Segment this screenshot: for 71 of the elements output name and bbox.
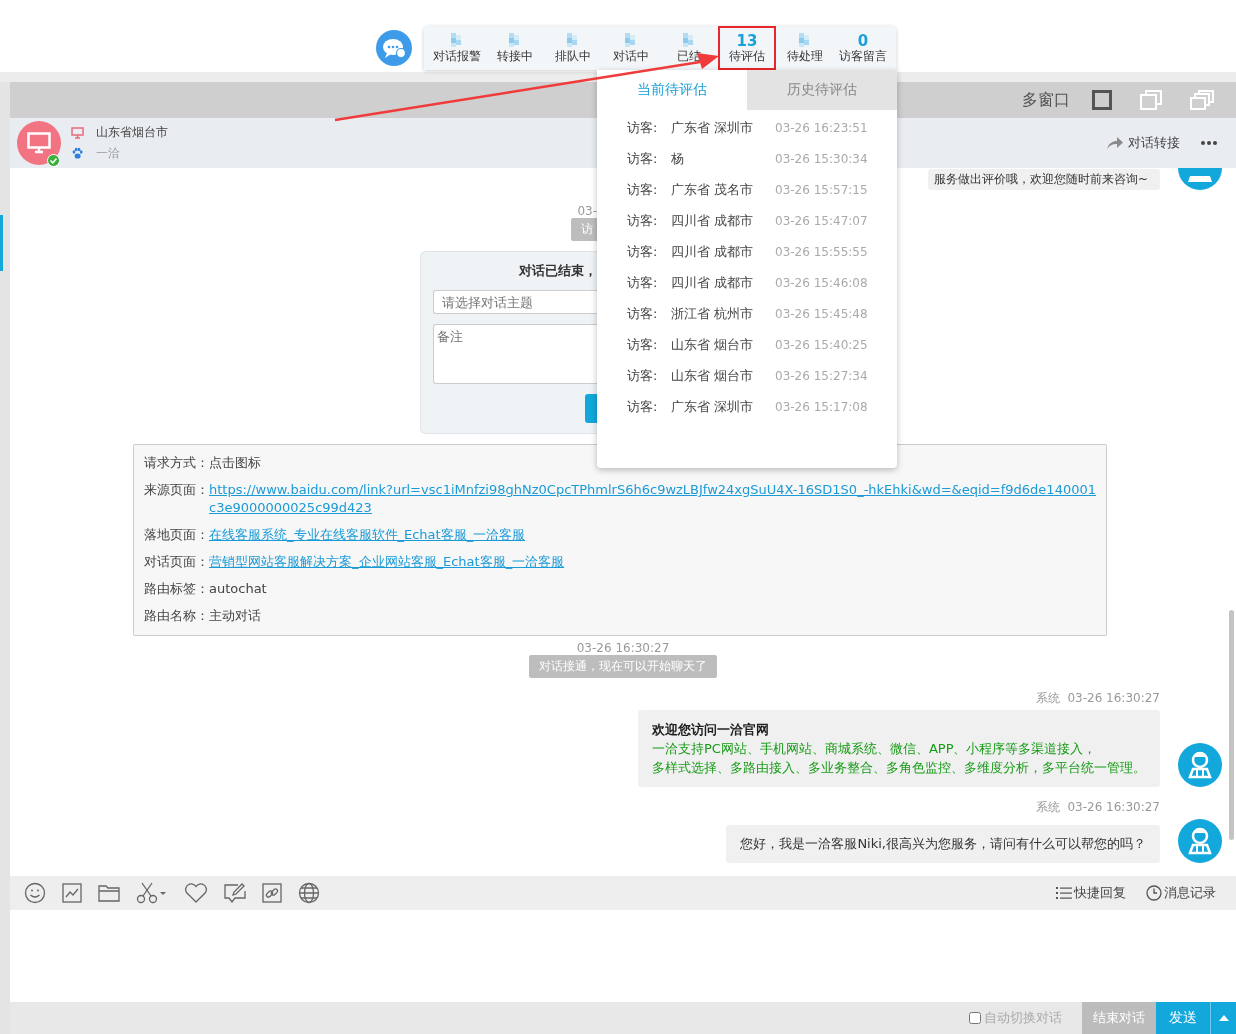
paw-icon — [71, 147, 84, 160]
timestamp: 03- — [577, 204, 597, 218]
message-text: 您好，我是一洽客服Niki,很高兴为您服务，请问有什么可以帮您的吗？ — [740, 835, 1146, 853]
image-icon[interactable] — [62, 883, 82, 903]
scrollbar[interactable] — [1229, 610, 1234, 840]
status-tab[interactable]: 转接中 — [486, 26, 544, 70]
scissors-icon[interactable] — [136, 882, 168, 904]
info-label: 路由标签： — [144, 580, 209, 598]
visitor-row[interactable]: 访客: 杨 03-26 15:30:34 — [627, 143, 897, 174]
visitor-source: 一洽 — [96, 145, 120, 162]
visitor-row[interactable]: 访客: 广东省 茂名市 03-26 15:57:15 — [627, 174, 897, 205]
message-title: 欢迎您访问一洽官网 — [652, 721, 770, 739]
edit-icon[interactable] — [224, 883, 246, 903]
info-label: 请求方式： — [144, 454, 209, 472]
transfer-button[interactable]: 对话转接 — [1128, 134, 1180, 152]
globe-icon[interactable] — [298, 882, 320, 904]
timestamp: 03-26 16:30:27 — [576, 641, 670, 655]
info-value: 点击图标 — [209, 454, 261, 472]
info-value: 主动对话 — [209, 607, 261, 625]
link-icon[interactable] — [262, 883, 282, 903]
info-value: autochat — [209, 580, 267, 598]
auto-switch-checkbox[interactable] — [969, 1012, 981, 1024]
visitor-row[interactable]: 访客: 山东省 烟台市 03-26 15:40:25 — [627, 329, 897, 360]
monitor-icon — [71, 126, 84, 139]
info-label: 路由名称： — [144, 607, 209, 625]
message-line: 一洽支持PC网站、手机网站、商城系统、微信、APP、小程序等多渠道接入， — [652, 740, 1098, 758]
multi-window-label: 多窗口 — [1022, 89, 1070, 111]
share-arrow-icon — [1106, 136, 1124, 150]
toolbar-action[interactable]: 快捷回复 — [1056, 884, 1126, 902]
caret-up-icon[interactable] — [1218, 1015, 1229, 1021]
status-tab[interactable]: 待处理 — [776, 26, 834, 70]
visitor-row[interactable]: 访客: 浙江省 杭州市 03-26 15:45:48 — [627, 298, 897, 329]
status-tab[interactable]: 排队中 — [544, 26, 602, 70]
topic-select[interactable]: 请选择对话主题 — [433, 290, 597, 314]
visitor-row[interactable]: 访客: 山东省 烟台市 03-26 15:27:34 — [627, 360, 897, 391]
heart-icon[interactable] — [184, 883, 208, 903]
system-notice: 访 — [571, 218, 597, 241]
list-icon[interactable] — [1056, 886, 1072, 900]
sender-time: 系统 03-26 16:30:27 — [1034, 690, 1161, 707]
visitor-row[interactable]: 访客: 四川省 成都市 03-26 15:46:08 — [627, 267, 897, 298]
visitor-avatar — [17, 121, 61, 165]
visitor-row[interactable]: 访客: 广东省 深圳市 03-26 16:23:51 — [627, 112, 897, 143]
agent-avatar — [1178, 743, 1222, 787]
send-options-button[interactable] — [1210, 1002, 1236, 1034]
info-label: 落地页面： — [144, 526, 209, 544]
visitor-row[interactable]: 访客: 四川省 成都市 03-26 15:55:55 — [627, 236, 897, 267]
checkbox-label: 自动切换对话 — [984, 1009, 1062, 1027]
visitor-location: 山东省烟台市 — [96, 124, 168, 141]
status-tab[interactable]: 对话报警 — [428, 26, 486, 70]
system-notice: 对话接通，现在可以开始聊天了 — [529, 655, 717, 678]
square-icon[interactable] — [1092, 90, 1112, 110]
info-label: 对话页面： — [144, 553, 209, 571]
visitor-row[interactable]: 访客: 广东省 深圳市 03-26 15:17:08 — [627, 391, 897, 422]
info-label: 来源页面： — [144, 481, 209, 499]
status-tab[interactable]: 13 待评估 — [718, 26, 776, 70]
more-icon[interactable] — [1200, 140, 1218, 146]
note-field[interactable]: 备注 — [433, 324, 597, 384]
agent-avatar — [1178, 819, 1222, 863]
chat-logo-icon[interactable] — [376, 30, 412, 66]
active-indicator — [0, 215, 3, 271]
sender-time: 系统 03-26 16:30:27 — [1034, 799, 1161, 816]
status-tab[interactable]: 对话中 — [602, 26, 660, 70]
message-bubble: 服务做出评价哦，欢迎您随时前来咨询~ — [927, 169, 1160, 190]
folder-icon[interactable] — [98, 884, 120, 902]
toolbar-action[interactable]: 消息记录 — [1146, 884, 1216, 902]
visitor-row[interactable]: 访客: 四川省 成都市 03-26 15:47:07 — [627, 205, 897, 236]
smiley-icon[interactable] — [24, 882, 46, 904]
clock-icon[interactable] — [1146, 885, 1162, 901]
status-tab[interactable]: 0 访客留言 — [834, 26, 892, 70]
form-title: 对话已结束， — [519, 262, 597, 280]
message-line: 多样式选择、多路由接入、多业务整合、多角色监控、多维度分析，多平台统一管理。 — [652, 759, 1146, 777]
